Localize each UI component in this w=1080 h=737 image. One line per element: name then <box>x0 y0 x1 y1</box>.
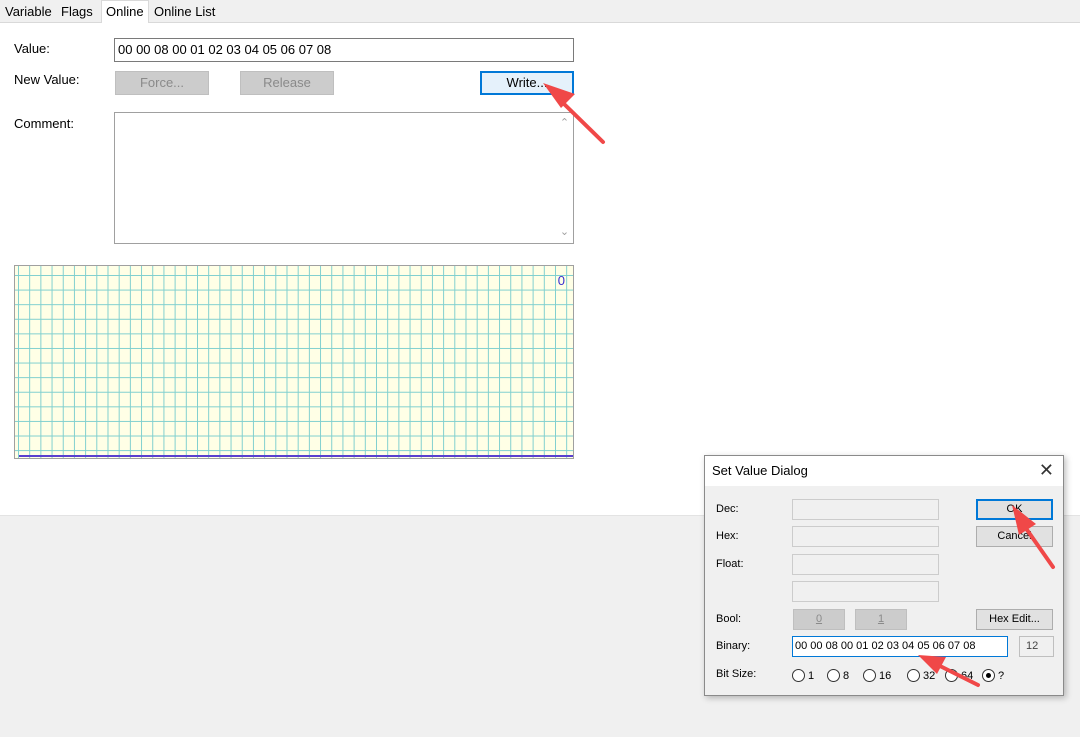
dialog-title: Set Value Dialog <box>712 463 808 478</box>
bitsize-label-64: 64 <box>961 669 974 682</box>
hex-edit-button[interactable]: Hex Edit... <box>976 609 1053 630</box>
bitsize-label-1: 1 <box>808 669 815 682</box>
cancel-button[interactable]: Cancel <box>976 526 1053 547</box>
value-label: Value: <box>14 41 50 56</box>
bitsize-radio-16[interactable]: 16 <box>863 668 892 683</box>
radio-icon[interactable] <box>863 669 876 683</box>
scroll-up-icon[interactable]: ⌃ <box>556 115 573 132</box>
bitsize-radio-8[interactable]: 8 <box>827 668 850 683</box>
radio-icon[interactable] <box>907 669 920 683</box>
bitsize-radio-1[interactable]: 1 <box>792 668 815 683</box>
tab-online-list[interactable]: Online List <box>151 2 218 22</box>
float-label: Float: <box>716 558 744 570</box>
graph-current-value: 0 <box>557 273 565 288</box>
ok-button[interactable]: OK <box>976 499 1053 520</box>
comment-textarea[interactable]: ⌃ ⌄ <box>114 112 574 244</box>
bool-false-text: 0 <box>815 613 823 625</box>
graph-value-line <box>19 455 573 457</box>
bitsize-label-8: 8 <box>843 669 850 682</box>
radio-icon[interactable] <box>792 669 805 683</box>
set-value-dialog: Set Value Dialog ✕ Dec: Hex: Float: Bool… <box>704 455 1064 696</box>
bitsize-radio-32[interactable]: 32 <box>907 668 936 683</box>
release-button[interactable]: Release <box>240 71 334 95</box>
scroll-down-icon[interactable]: ⌄ <box>556 224 573 241</box>
comment-scrollbar[interactable]: ⌃ ⌄ <box>556 113 573 243</box>
dialog-titlebar[interactable]: Set Value Dialog ✕ <box>705 456 1063 486</box>
force-button[interactable]: Force... <box>115 71 209 95</box>
bool-label: Bool: <box>716 613 742 625</box>
write-button[interactable]: Write... <box>480 71 574 95</box>
radio-icon[interactable] <box>945 669 958 683</box>
binary-label: Binary: <box>716 640 751 652</box>
tab-online[interactable]: Online <box>101 0 149 23</box>
dec-field <box>792 499 939 520</box>
hex-label: Hex: <box>716 530 739 542</box>
close-icon[interactable]: ✕ <box>1039 460 1054 480</box>
bool-true-text: 1 <box>877 613 885 625</box>
bitsize-radio-64[interactable]: 64 <box>945 668 974 683</box>
bitsize-label-auto: ? <box>998 669 1005 682</box>
extra-field <box>792 581 939 602</box>
binary-byte-count: 12 <box>1019 636 1054 657</box>
bool-true-button[interactable]: 1 <box>855 609 907 630</box>
comment-text <box>119 117 549 237</box>
radio-icon[interactable] <box>827 669 840 683</box>
bool-false-button[interactable]: 0 <box>793 609 845 630</box>
value-field[interactable]: 00 00 08 00 01 02 03 04 05 06 07 08 <box>114 38 574 62</box>
radio-checked-icon[interactable] <box>982 669 995 683</box>
hex-field <box>792 526 939 547</box>
tab-strip: Variable Flags Online Online List <box>0 0 1080 23</box>
binary-input[interactable]: 00 00 08 00 01 02 03 04 05 06 07 08 <box>792 636 1008 657</box>
comment-label: Comment: <box>14 116 74 131</box>
bitsize-label-16: 16 <box>879 669 892 682</box>
bitsize-label-32: 32 <box>923 669 936 682</box>
new-value-label: New Value: <box>14 72 80 87</box>
dec-label: Dec: <box>716 503 739 515</box>
bitsize-radio-auto[interactable]: ? <box>982 668 1005 683</box>
float-field <box>792 554 939 575</box>
value-trend-graph: 0 <box>14 265 574 459</box>
tab-variable[interactable]: Variable <box>2 2 55 22</box>
tab-flags[interactable]: Flags <box>58 2 96 22</box>
bit-size-label: Bit Size: <box>716 668 757 680</box>
